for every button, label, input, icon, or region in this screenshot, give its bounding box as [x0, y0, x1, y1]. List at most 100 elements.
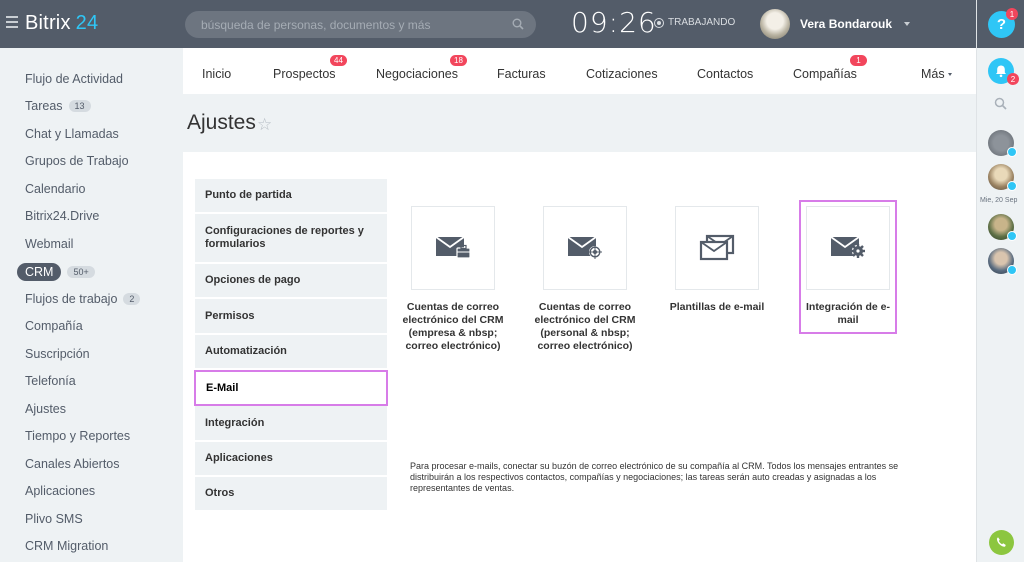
sidebar-item-crm-migration[interactable]: CRM Migration	[25, 539, 108, 553]
mail-gear-icon	[830, 236, 865, 258]
sidebar-item-compania[interactable]: Compañía	[25, 319, 83, 333]
tab-contactos[interactable]: Contactos	[697, 67, 753, 81]
tile-crm-email-company[interactable]	[411, 206, 495, 290]
bell-icon	[996, 65, 1006, 78]
notifications-badge: 2	[1007, 73, 1019, 85]
tab-cotizaciones[interactable]: Cotizaciones	[586, 67, 658, 81]
sidebar-item-label: Flujos de trabajo	[25, 292, 118, 306]
settings-nav-punto-de-partida[interactable]: Punto de partida	[195, 179, 387, 214]
sidebar-item-ajustes[interactable]: Ajustes	[25, 402, 66, 416]
work-status[interactable]: TRABAJANDO	[654, 17, 735, 28]
tab-inicio[interactable]: Inicio	[202, 67, 231, 81]
sidebar-item-label: Suscripción	[25, 347, 90, 361]
tile-label[interactable]: Cuentas de correo electrónico del CRM (e…	[397, 301, 509, 353]
sidebar-item-label: Tiempo y Reportes	[25, 429, 131, 443]
sidebar-item-calendario[interactable]: Calendario	[25, 182, 85, 196]
sidebar-item-label: Telefonía	[25, 374, 76, 388]
right-panel-top: ? 1	[977, 0, 1024, 48]
tab-negociaciones[interactable]: Negociaciones	[376, 67, 458, 81]
settings-nav-permisos[interactable]: Permisos	[195, 299, 387, 335]
logo-number: 24	[75, 12, 99, 34]
sidebar-item-label: Tareas	[25, 99, 63, 113]
tab-companias-badge: 1	[850, 55, 867, 66]
top-bar: Bitrix24 09:26 TRABAJANDO Vera Bondarouk	[0, 0, 976, 48]
sidebar-item-telefonia[interactable]: Telefonía	[25, 374, 76, 388]
search-icon[interactable]	[512, 18, 524, 30]
tab-facturas[interactable]: Facturas	[497, 67, 546, 81]
sidebar-item-plivo-sms[interactable]: Plivo SMS	[25, 512, 83, 526]
user-avatar[interactable]	[760, 9, 790, 39]
contact-avatar[interactable]	[988, 164, 1017, 191]
tab-negociaciones-badge: 18	[450, 55, 467, 66]
phone-button[interactable]	[989, 530, 1014, 555]
bitrix24-logo[interactable]: Bitrix 24	[25, 12, 98, 35]
clock[interactable]: 09:26	[571, 6, 657, 39]
sidebar-item-aplicaciones[interactable]: Aplicaciones	[25, 484, 95, 498]
sidebar-item-label: Flujo de Actividad	[25, 72, 123, 86]
mail-target-icon	[567, 236, 602, 259]
chevron-down-icon[interactable]	[904, 22, 911, 26]
star-icon[interactable]: ☆	[257, 115, 272, 135]
sidebar-item-label: Webmail	[25, 237, 74, 251]
mail-templates-icon	[699, 234, 735, 261]
email-info-text: Para procesar e-mails, conectar su buzón…	[410, 461, 899, 493]
contact-avatar[interactable]	[988, 130, 1017, 157]
sidebar-item-chat[interactable]: Chat y Llamadas	[25, 127, 119, 141]
contact-avatar[interactable]	[988, 248, 1017, 275]
page-title: Ajustes	[187, 111, 256, 134]
tile-email-templates[interactable]	[675, 206, 759, 290]
tile-email-integration[interactable]	[806, 206, 890, 290]
sidebar-item-crm[interactable]: CRM 50+	[17, 263, 95, 281]
settings-panel: Punto de partida Configuraciones de repo…	[183, 152, 976, 562]
tile-crm-email-personal[interactable]	[543, 206, 627, 290]
tile-label[interactable]: Cuentas de correo electrónico del CRM (p…	[529, 301, 641, 353]
tile-label[interactable]: Integración de e-mail	[802, 301, 894, 327]
settings-nav: Punto de partida Configuraciones de repo…	[194, 179, 388, 512]
sidebar-item-flujo-de-actividad[interactable]: Flujo de Actividad	[25, 72, 123, 86]
settings-nav-integracion[interactable]: Integración	[195, 406, 387, 442]
sidebar-item-label: CRM Migration	[25, 539, 109, 553]
mail-briefcase-icon	[435, 236, 471, 259]
sidebar-item-label: Ajustes	[25, 402, 66, 416]
logo-name: Bitrix	[25, 12, 71, 34]
settings-nav-email[interactable]: E-Mail	[194, 370, 388, 406]
sidebar-item-label: Bitrix24.Drive	[25, 209, 100, 223]
sidebar-item-label: Calendario	[25, 182, 86, 196]
sidebar-item-label: Grupos de Trabajo	[25, 154, 129, 168]
sidebar-item-canales-abiertos[interactable]: Canales Abiertos	[25, 457, 120, 471]
user-menu[interactable]: Vera Bondarouk	[760, 9, 911, 39]
sidebar-item-label: Plivo SMS	[25, 512, 83, 526]
settings-nav-aplicaciones[interactable]: Aplicaciones	[195, 442, 387, 477]
tile-label[interactable]: Plantillas de e-mail	[661, 301, 773, 314]
settings-nav-otros[interactable]: Otros	[195, 477, 387, 512]
search-input[interactable]	[201, 17, 501, 32]
sidebar-item-label: Canales Abiertos	[25, 457, 120, 471]
sidebar-item-drive[interactable]: Bitrix24.Drive	[25, 209, 99, 223]
search-box[interactable]	[185, 11, 536, 38]
sidebar-item-count: 50+	[67, 266, 95, 278]
user-name[interactable]: Vera Bondarouk	[800, 17, 892, 31]
hamburger-menu-icon[interactable]	[6, 16, 18, 28]
sidebar-item-label: CRM	[17, 263, 62, 281]
sidebar-item-tiempo-y-reportes[interactable]: Tiempo y Reportes	[25, 429, 130, 443]
sidebar-item-flujos-de-trabajo[interactable]: Flujos de trabajo 2	[25, 292, 141, 306]
sidebar-item-suscripcion[interactable]: Suscripción	[25, 347, 90, 361]
contact-avatar[interactable]	[988, 214, 1017, 241]
settings-nav-reportes-formularios[interactable]: Configuraciones de reportes y formulario…	[195, 214, 387, 264]
sidebar-item-count: 2	[123, 293, 141, 305]
search-icon[interactable]	[994, 97, 1007, 110]
sidebar-item-webmail[interactable]: Webmail	[25, 237, 73, 251]
tab-mas-label: Más	[921, 67, 945, 81]
sidebar-item-grupos[interactable]: Grupos de Trabajo	[25, 154, 129, 168]
settings-nav-opciones-de-pago[interactable]: Opciones de pago	[195, 264, 387, 299]
crm-tab-bar: Inicio Prospectos 44 Negociaciones 18 Fa…	[183, 48, 976, 94]
tab-mas[interactable]: Más	[921, 67, 952, 81]
work-status-icon	[654, 17, 664, 28]
sidebar-item-tareas[interactable]: Tareas 13	[25, 99, 91, 113]
main-content: Inicio Prospectos 44 Negociaciones 18 Fa…	[183, 48, 976, 562]
right-panel: ? 1 2 Mie, 20 Sep	[976, 0, 1024, 562]
left-sidebar: Flujo de Actividad Tareas 13 Chat y Llama…	[0, 48, 183, 562]
tab-companias[interactable]: Compañías	[793, 67, 857, 81]
tab-prospectos[interactable]: Prospectos	[273, 67, 336, 81]
settings-nav-automatizacion[interactable]: Automatización	[195, 335, 387, 370]
